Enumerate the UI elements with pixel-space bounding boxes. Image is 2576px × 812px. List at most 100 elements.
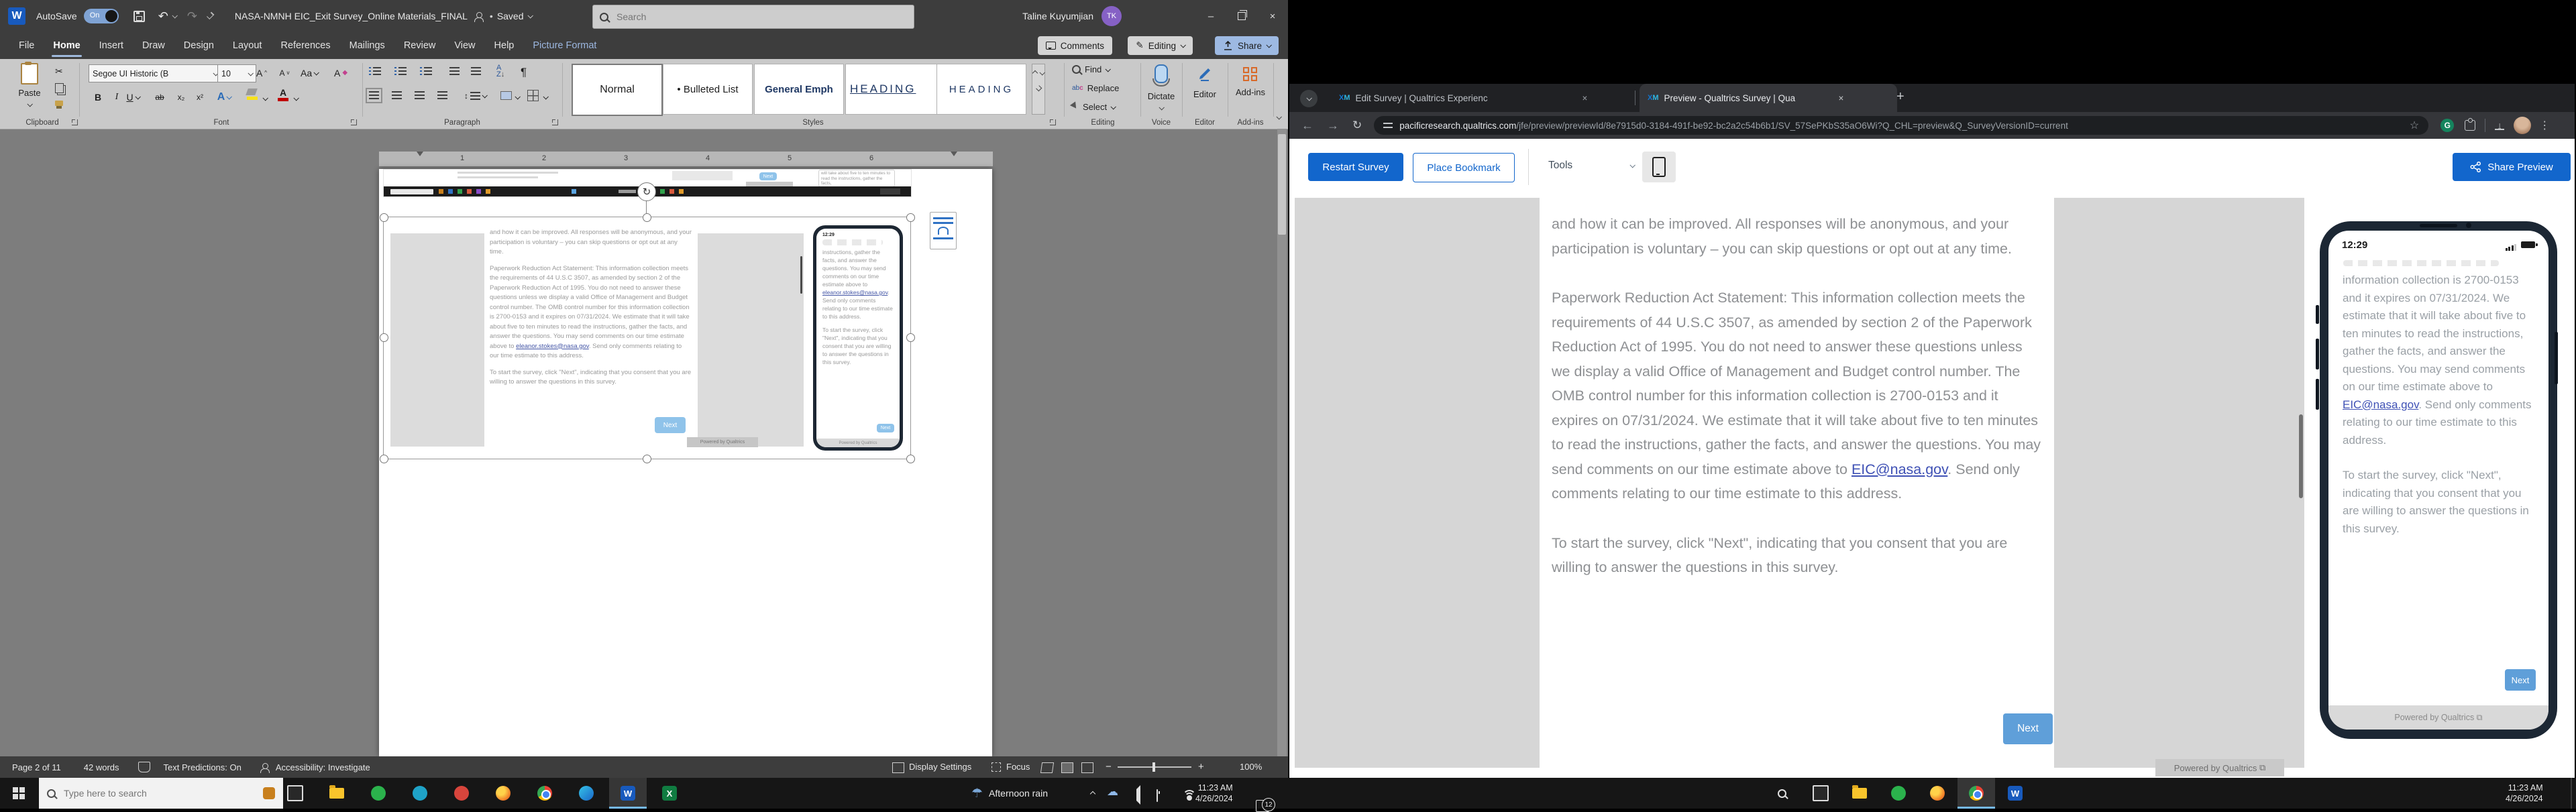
italic-button[interactable]: I: [109, 89, 125, 105]
clear-formatting-button[interactable]: A◆: [333, 64, 349, 81]
onedrive-icon[interactable]: ☁: [1107, 785, 1118, 799]
ruler[interactable]: 1 2 3 4 5 6: [379, 152, 993, 166]
copy-button[interactable]: [55, 83, 64, 93]
tab-picture-format[interactable]: Picture Format: [523, 32, 606, 59]
weather-widget[interactable]: ☂ Afternoon rain: [971, 778, 1048, 809]
word-search-box[interactable]: [592, 5, 914, 29]
tab-edit-survey[interactable]: XM Edit Survey | Qualtrics Experienc ×: [1331, 84, 1641, 112]
bold-button[interactable]: B: [90, 89, 106, 105]
restart-survey-button[interactable]: Restart Survey: [1308, 153, 1403, 181]
extensions-icon[interactable]: [2465, 120, 2475, 131]
email-link[interactable]: EIC@nasa.gov: [2343, 398, 2418, 411]
restore-button[interactable]: [1226, 0, 1257, 32]
editing-mode-button[interactable]: ✎ Editing: [1128, 36, 1193, 55]
undo-icon[interactable]: ↶: [158, 9, 168, 23]
line-spacing-button[interactable]: ↕: [464, 91, 486, 101]
excel-icon[interactable]: X: [651, 778, 688, 809]
cut-button[interactable]: ✂: [55, 66, 63, 77]
decrease-indent-button[interactable]: [449, 67, 460, 76]
justify-button[interactable]: [437, 91, 447, 100]
search-highlights-icon[interactable]: [263, 787, 275, 799]
paragraph-dialog-launcher[interactable]: [552, 119, 558, 125]
dictate-chevron-icon[interactable]: [1159, 105, 1164, 110]
clock-2[interactable]: 11:23 AM 4/26/2024: [2506, 782, 2543, 804]
saved-chevron-icon[interactable]: [527, 13, 533, 18]
resize-handle-w[interactable]: [380, 333, 388, 342]
tab-draw[interactable]: Draw: [133, 32, 174, 59]
indent-marker[interactable]: [417, 152, 423, 160]
downloads-icon[interactable]: ↓: [2495, 121, 2504, 130]
highlight-chevron-icon[interactable]: [262, 95, 268, 101]
resize-handle-e[interactable]: [906, 333, 915, 342]
user-name[interactable]: Taline Kuyumjian: [1022, 11, 1093, 21]
font-size-select[interactable]: 10: [217, 64, 256, 82]
styles-dialog-launcher[interactable]: [1050, 119, 1056, 125]
app-icon-green[interactable]: [360, 778, 397, 809]
share-preview-button[interactable]: Share Preview: [2453, 153, 2571, 181]
word-count[interactable]: 42 words: [84, 762, 119, 772]
clock[interactable]: 11:23 AM 4/26/2024: [1195, 782, 1233, 804]
style-heading2[interactable]: HEADING: [936, 64, 1026, 115]
phone-next-button[interactable]: Next: [2505, 669, 2536, 691]
multilevel-list-button[interactable]: [420, 67, 432, 76]
tab-review[interactable]: Review: [394, 32, 445, 59]
reload-button[interactable]: ↻: [1352, 119, 1362, 132]
tab-references[interactable]: References: [271, 32, 339, 59]
chrome-icon[interactable]: [526, 778, 564, 809]
avatar[interactable]: TK: [1102, 6, 1122, 26]
font-color-button[interactable]: A: [278, 87, 288, 101]
underline-button[interactable]: U: [125, 89, 141, 105]
display-settings[interactable]: Display Settings: [909, 762, 971, 772]
select-button[interactable]: Select: [1072, 102, 1115, 112]
back-button[interactable]: ←: [1301, 119, 1313, 133]
powered-by-qualtrics[interactable]: Powered by Qualtrics ⧉: [2155, 759, 2284, 776]
borders-button[interactable]: [527, 90, 539, 101]
read-mode-button[interactable]: [1040, 762, 1054, 773]
page-indicator[interactable]: Page 2 of 11: [12, 762, 61, 772]
font-dialog-launcher[interactable]: [351, 119, 357, 125]
word-taskbar-icon-2[interactable]: W: [1996, 778, 2034, 809]
numbering-button[interactable]: [394, 67, 407, 76]
start-button[interactable]: [0, 778, 38, 809]
battery-icon[interactable]: [1157, 789, 1158, 802]
volume-icon[interactable]: [1132, 785, 1140, 805]
editor-icon[interactable]: [1197, 66, 1213, 85]
next-button[interactable]: Next: [2003, 713, 2053, 744]
right-indent-marker[interactable]: [951, 152, 957, 160]
align-right-button[interactable]: [415, 91, 425, 100]
search-input[interactable]: [615, 11, 873, 23]
shading-chevron-icon[interactable]: [515, 94, 520, 99]
tools-dropdown[interactable]: Tools: [1548, 160, 1634, 172]
close-button[interactable]: ×: [1257, 0, 1288, 32]
align-left-button[interactable]: [369, 91, 379, 100]
hidden-icons-chevron[interactable]: [1090, 791, 1095, 797]
focus-button[interactable]: Focus: [1006, 762, 1030, 772]
resize-handle-ne[interactable]: [906, 213, 915, 222]
font-name-select[interactable]: Segoe UI Historic (B: [89, 64, 221, 82]
resize-handle-nw[interactable]: [380, 213, 388, 222]
find-button[interactable]: Find: [1072, 64, 1110, 74]
pilcrow-button[interactable]: ¶: [521, 66, 527, 79]
styles-scroll-up-icon[interactable]: [1032, 70, 1038, 76]
paste-button[interactable]: Paste: [11, 63, 48, 110]
text-predictions[interactable]: Text Predictions: On: [164, 762, 241, 772]
format-painter-button[interactable]: [55, 101, 63, 106]
tab-layout[interactable]: Layout: [223, 32, 272, 59]
resize-handle-sw[interactable]: [380, 455, 388, 463]
shrink-font-button[interactable]: Av: [276, 64, 292, 81]
tab-design[interactable]: Design: [174, 32, 223, 59]
strikethrough-button[interactable]: ab: [152, 89, 168, 105]
style-general-emph[interactable]: General Emph: [754, 64, 844, 115]
task-view-button[interactable]: [276, 778, 314, 809]
show-desktop-sliver[interactable]: [2571, 778, 2572, 809]
style-normal[interactable]: Normal: [572, 64, 663, 116]
share-button[interactable]: Share: [1215, 36, 1279, 55]
accessibility-status[interactable]: Accessibility: Investigate: [276, 762, 370, 772]
app-icon-teal[interactable]: [401, 778, 439, 809]
mobile-preview-toggle[interactable]: [1642, 152, 1676, 182]
subscript-button[interactable]: x₂: [173, 89, 189, 105]
change-case-button[interactable]: Aa: [301, 64, 318, 81]
addins-label[interactable]: Add-ins: [1228, 87, 1273, 97]
site-info-icon[interactable]: [1383, 122, 1393, 129]
word-scrollbar-thumb[interactable]: [1278, 134, 1286, 235]
